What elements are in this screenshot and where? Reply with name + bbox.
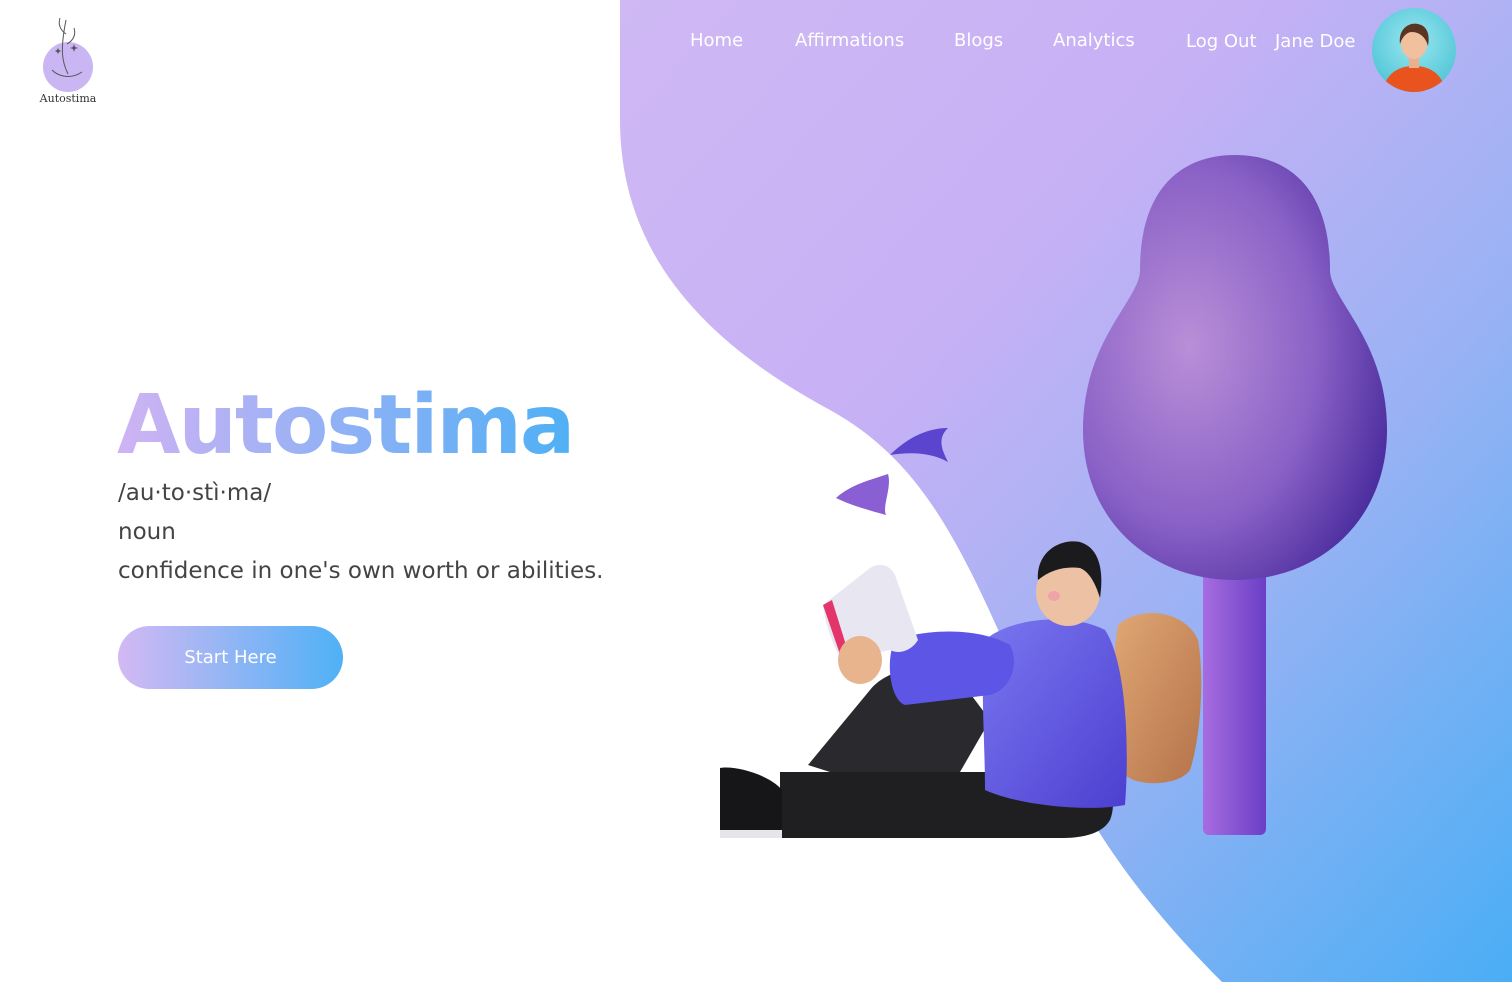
user-name[interactable]: Jane Doe — [1275, 31, 1356, 52]
user-avatar[interactable] — [1372, 8, 1456, 92]
start-here-button[interactable]: Start Here — [118, 626, 343, 689]
nav-logout[interactable]: Log Out — [1186, 31, 1257, 52]
person-reading-illustration — [720, 155, 1387, 838]
avatar-portrait-icon — [1382, 23, 1446, 92]
brand-logo[interactable]: Autostima — [36, 14, 100, 110]
hero-title: Autostima — [117, 378, 575, 473]
nav-blogs[interactable]: Blogs — [954, 30, 1003, 51]
definition: confidence in one's own worth or abiliti… — [118, 558, 604, 584]
nav-analytics[interactable]: Analytics — [1053, 30, 1135, 51]
nav-affirmations[interactable]: Affirmations — [795, 30, 904, 51]
hand-leaf-icon — [51, 17, 83, 77]
part-of-speech: noun — [118, 519, 176, 545]
logo-text: Autostima — [39, 92, 97, 105]
pronunciation: /au·to·stì·ma/ — [118, 480, 272, 506]
nav-home[interactable]: Home — [690, 30, 743, 51]
